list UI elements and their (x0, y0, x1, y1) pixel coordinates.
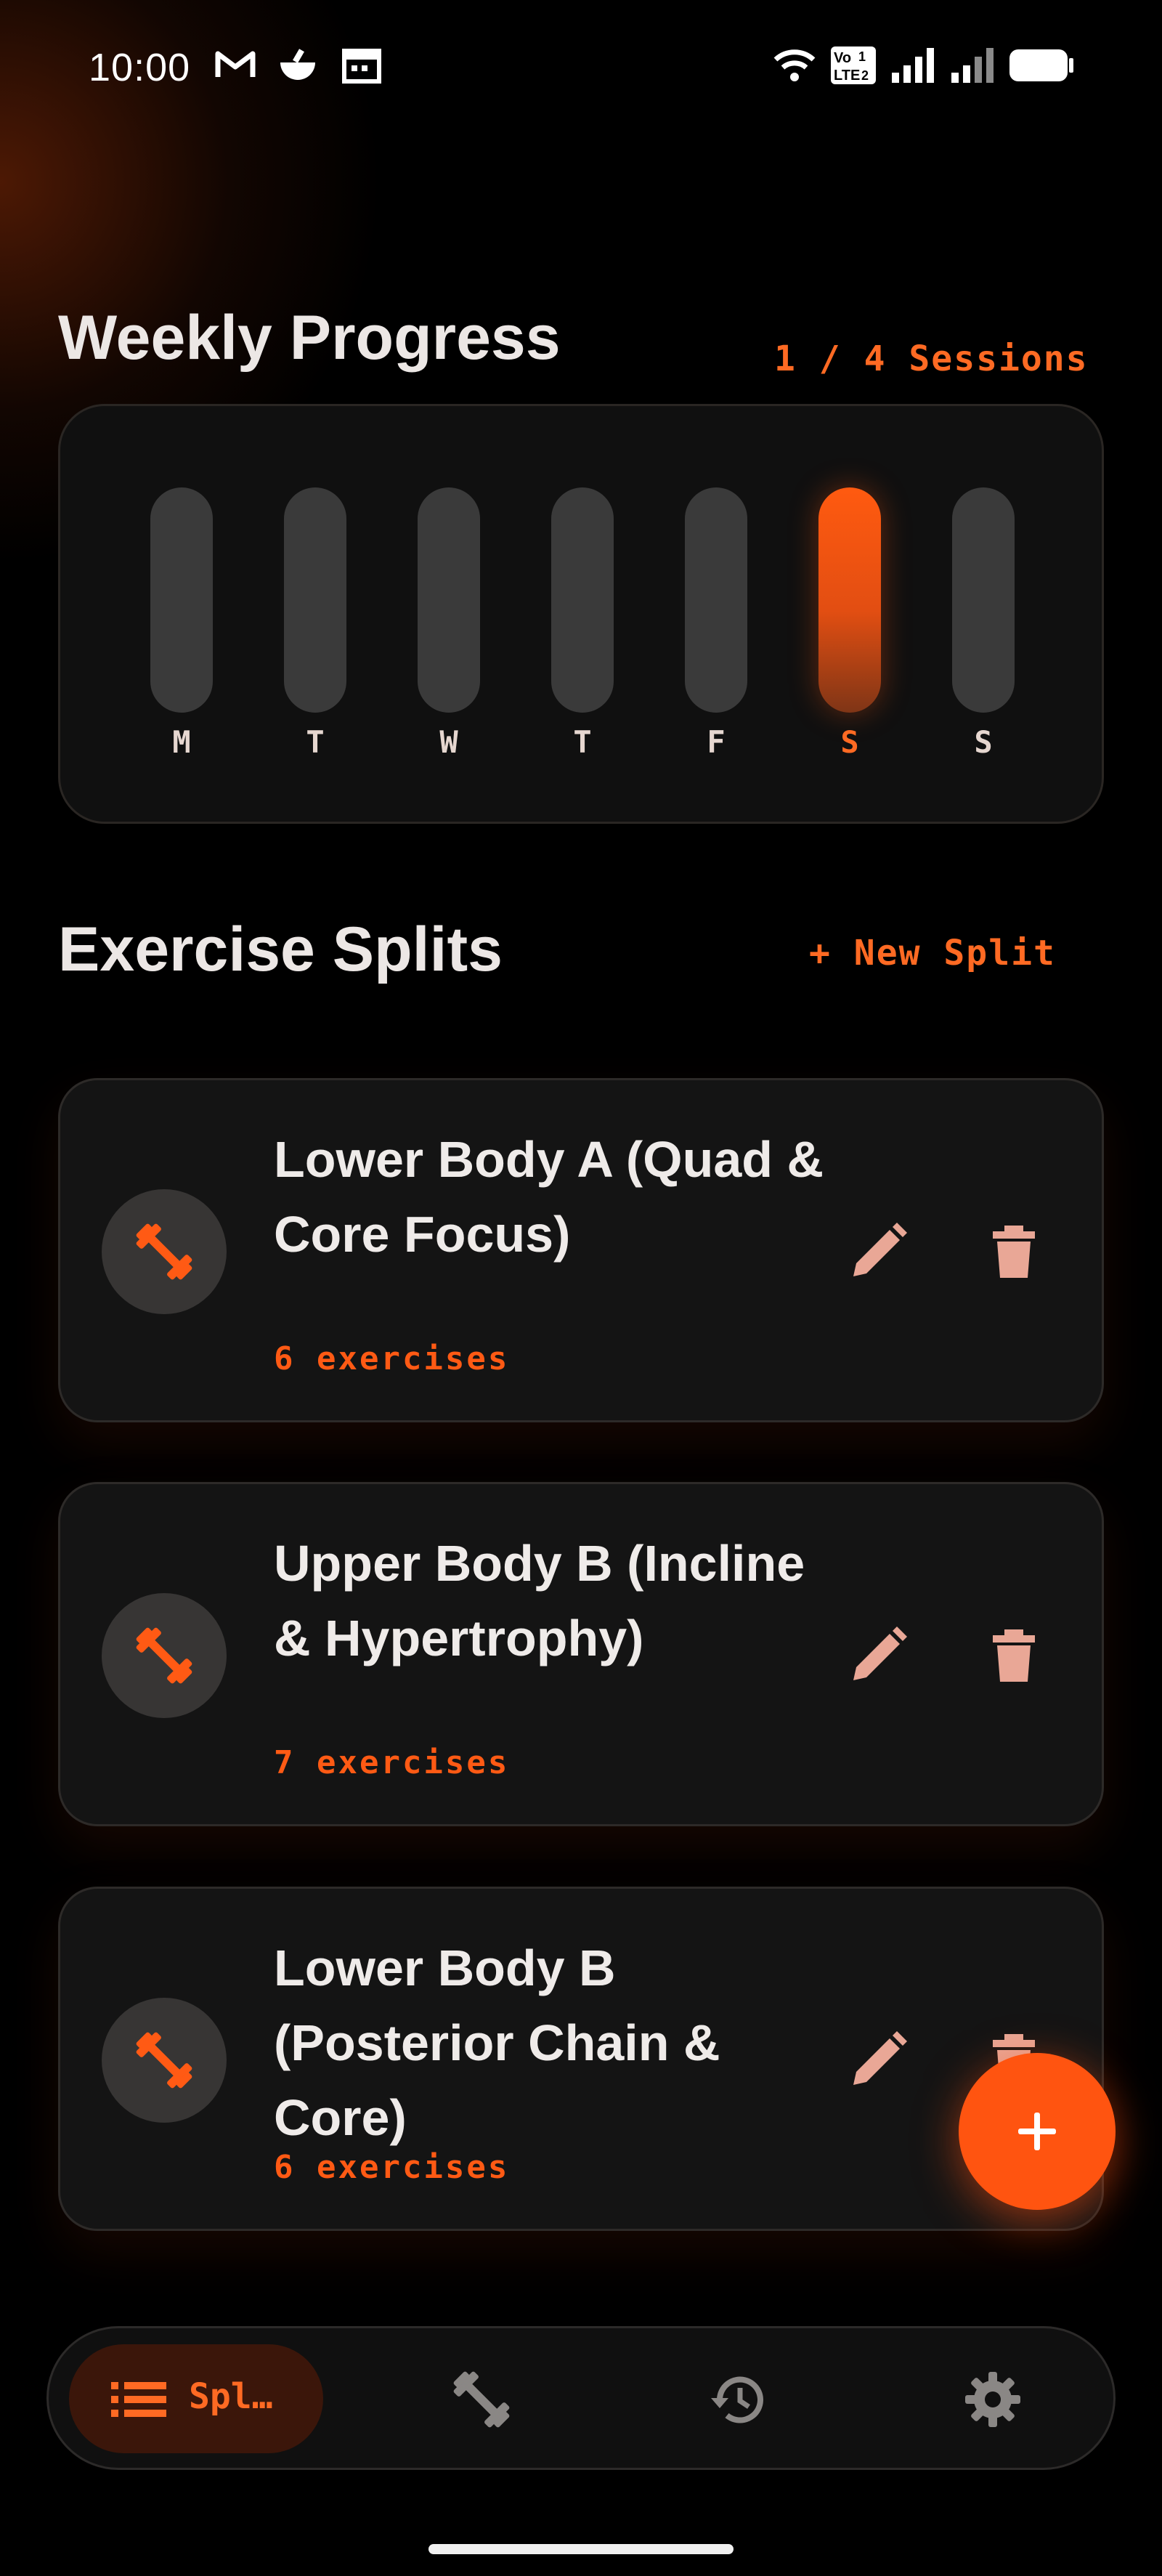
gmail-icon (214, 45, 257, 86)
split-avatar (102, 1998, 227, 2123)
nav-tab-settings[interactable] (920, 2344, 1065, 2453)
split-avatar (102, 1189, 227, 1314)
day-progress-bar (685, 487, 747, 713)
split-card[interactable]: Lower Body B (Posterior Chain & Core) 6 … (58, 1887, 1104, 2231)
svg-text:1: 1 (858, 49, 866, 64)
day-progress-bar (150, 487, 213, 713)
bottom-navigation: Spl… (46, 2326, 1116, 2470)
split-name: Upper Body B (Incline & Hypertrophy) (274, 1535, 805, 1666)
day-label: M (172, 724, 191, 760)
day-thursday: T (551, 487, 614, 760)
day-wednesday: W (418, 487, 480, 760)
split-card[interactable]: Lower Body A (Quad & Core Focus) 6 exerc… (58, 1078, 1104, 1422)
edit-button[interactable] (837, 1616, 917, 1696)
day-label: T (573, 724, 592, 760)
wifi-icon (773, 45, 816, 86)
delete-button[interactable] (974, 1616, 1054, 1696)
day-progress-bar (551, 487, 614, 713)
day-label: T (306, 724, 325, 760)
nav-tab-history[interactable] (666, 2344, 811, 2453)
day-tuesday: T (284, 487, 346, 760)
trash-icon (993, 1226, 1035, 1278)
history-icon (711, 2376, 763, 2423)
split-name: Lower Body A (Quad & Core Focus) (274, 1131, 824, 1263)
day-progress-bar (418, 487, 480, 713)
day-saturday: S (818, 487, 881, 760)
svg-text:LTE: LTE (834, 68, 860, 84)
plus-icon (1018, 2113, 1056, 2150)
battery-icon (1008, 45, 1075, 86)
delete-button[interactable] (974, 1212, 1054, 1292)
new-split-button[interactable]: + New Split (809, 933, 1056, 973)
split-exercise-count: 6 exercises (274, 1340, 510, 1377)
svg-text:2: 2 (861, 68, 869, 83)
day-sunday: S (952, 487, 1015, 760)
dumbbell-icon (136, 1627, 192, 1684)
dumbbell-icon (136, 1223, 192, 1280)
pencil-icon (853, 1223, 907, 1276)
calendar-icon (341, 45, 382, 86)
svg-text:Vo: Vo (834, 50, 851, 66)
day-label: S (974, 724, 993, 760)
day-progress-bar (284, 487, 346, 713)
weekly-progress-title: Weekly Progress (58, 303, 561, 373)
split-exercise-count: 7 exercises (274, 1744, 510, 1781)
day-progress-bar-active (818, 487, 881, 713)
trash-icon (993, 1629, 1035, 1682)
volte-icon: Vo 1 LTE 2 (829, 45, 877, 86)
pencil-icon (853, 2031, 907, 2085)
status-bar: 10:00 Vo 1 LTE 2 (0, 0, 1162, 138)
exercise-splits-title: Exercise Splits (58, 915, 503, 984)
weekly-progress-card: M T W T F S S (58, 404, 1104, 824)
home-indicator[interactable] (428, 2544, 734, 2554)
edit-button[interactable] (837, 1212, 917, 1292)
add-split-fab[interactable] (959, 2053, 1116, 2210)
dumbbell-icon (453, 2371, 510, 2428)
pencil-icon (853, 1627, 907, 1680)
nav-tab-label: Spl… (189, 2376, 273, 2417)
sessions-counter: 1 / 4 Sessions (774, 339, 1089, 379)
day-label: W (439, 724, 458, 760)
nav-tab-workout[interactable] (412, 2344, 557, 2453)
edit-button[interactable] (837, 2021, 917, 2101)
app-screen: 10:00 Vo 1 LTE 2 Weekly Progress 1 / 4 S… (0, 0, 1162, 2576)
gear-icon (965, 2372, 1020, 2427)
signal-icon-sim2 (950, 45, 998, 86)
split-exercise-count: 6 exercises (274, 2149, 510, 2186)
split-name: Lower Body B (Posterior Chain & Core) (274, 1940, 720, 2146)
day-label: F (707, 724, 726, 760)
status-time: 10:00 (89, 46, 191, 89)
day-progress-bar (952, 487, 1015, 713)
split-avatar (102, 1593, 227, 1718)
day-monday: M (150, 487, 213, 760)
app-notification-icon (276, 45, 320, 86)
day-label: S (840, 724, 859, 760)
dumbbell-icon (136, 2032, 192, 2089)
list-icon (111, 2382, 166, 2417)
day-friday: F (685, 487, 747, 760)
nav-tab-splits[interactable]: Spl… (69, 2344, 323, 2453)
signal-icon-sim1 (890, 45, 938, 86)
split-card[interactable]: Upper Body B (Incline & Hypertrophy) 7 e… (58, 1482, 1104, 1826)
